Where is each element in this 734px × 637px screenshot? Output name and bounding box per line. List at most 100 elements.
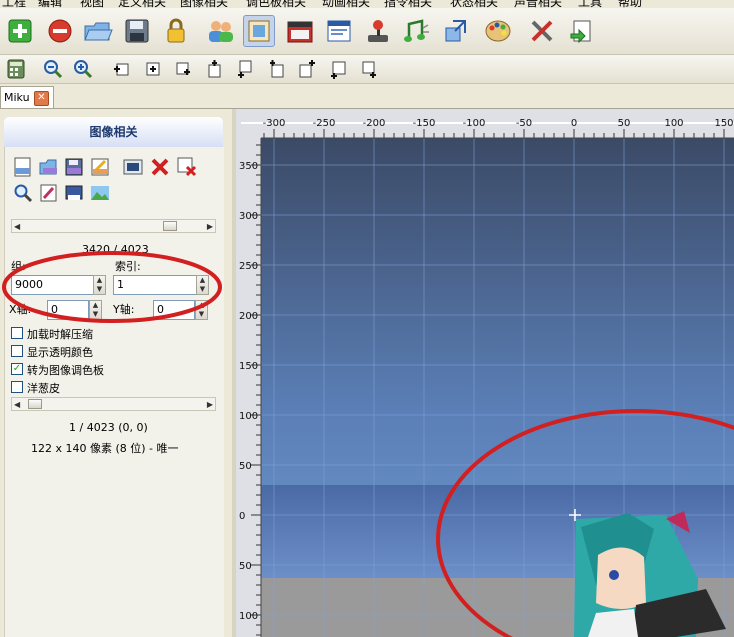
menu-animation[interactable]: 动画相关: [322, 0, 370, 8]
window-icon[interactable]: [323, 15, 355, 47]
pcx-new-icon[interactable]: [13, 157, 33, 177]
x-tick-label: -300: [263, 118, 286, 129]
delete-red-icon[interactable]: [150, 157, 170, 177]
tab-miku[interactable]: Miku ✕: [0, 86, 54, 108]
users-icon[interactable]: [205, 15, 237, 47]
frame-scrollbar[interactable]: ◀ ▶: [11, 397, 216, 411]
abc-text-icon[interactable]: [64, 183, 84, 203]
align-l-icon[interactable]: [328, 58, 350, 80]
new-project-icon[interactable]: [4, 15, 36, 47]
tools-icon[interactable]: [527, 15, 559, 47]
align-tl-icon[interactable]: [110, 58, 132, 80]
save-icon[interactable]: [121, 15, 153, 47]
onion-skin-checkbox[interactable]: [11, 381, 23, 393]
pcx-open-icon[interactable]: [39, 157, 59, 177]
x-tick-label: -100: [463, 118, 486, 129]
sprite-canvas[interactable]: -300 -250 -200 -150 -100 -50 0 50 100 150 350 300 2…: [236, 109, 734, 637]
image-panel: 图像相关 ◀ ▶ 3420 / 4023 组: 索引: 9000 ▲ ▼ 1 ▲ ▼…: [0, 109, 232, 637]
main-toolbar: [0, 8, 734, 55]
landscape-icon[interactable]: [90, 183, 110, 203]
open-folder-icon[interactable]: [82, 15, 114, 47]
panel-title: 图像相关: [4, 117, 223, 147]
y-tick-label: 100: [239, 611, 258, 622]
y-tick-label: 100: [239, 411, 258, 422]
calculator-icon[interactable]: [5, 58, 27, 80]
menu-help[interactable]: 帮助: [618, 0, 642, 8]
menu-project[interactable]: 工程: [2, 0, 26, 8]
image-icon[interactable]: [243, 15, 275, 47]
dependency-icon[interactable]: [566, 15, 598, 47]
secondary-toolbar: [0, 55, 734, 84]
align-b-icon[interactable]: [234, 58, 256, 80]
align-bl-icon[interactable]: [358, 58, 380, 80]
scroll-left-icon[interactable]: ◀: [14, 222, 20, 231]
y-tick-label: 50: [239, 561, 252, 572]
scroll-left-icon[interactable]: ◀: [14, 400, 20, 409]
align-center-icon[interactable]: [142, 58, 164, 80]
y-tick-label: 300: [239, 211, 258, 222]
align-t-icon[interactable]: [203, 58, 225, 80]
x-tick-label: 0: [571, 118, 577, 129]
scroll-right-icon[interactable]: ▶: [207, 222, 213, 231]
y-tick-label: 350: [239, 161, 258, 172]
x-tick-label: 100: [664, 118, 683, 129]
panel-body: ◀ ▶ 3420 / 4023 组: 索引: 9000 ▲ ▼ 1 ▲ ▼ X轴: …: [4, 147, 224, 637]
menu-definition[interactable]: 定义相关: [118, 0, 166, 8]
menu-bar: 工程 编辑 视图 定义相关 图像相关 调色板相关 动画相关 指令相关 状态相关 …: [0, 0, 734, 8]
music-icon[interactable]: [400, 15, 432, 47]
align-tr-icon[interactable]: [265, 58, 287, 80]
zoom-out-icon[interactable]: [42, 58, 64, 80]
y-tick-label: 200: [239, 311, 258, 322]
sprite-scrollbar[interactable]: ◀ ▶: [11, 219, 216, 233]
y-tick-label: 150: [239, 361, 258, 372]
image-palette-label: 转为图像调色板: [27, 364, 104, 377]
align-r-icon[interactable]: [296, 58, 318, 80]
tab-label: Miku: [4, 91, 30, 104]
scrollbar-thumb[interactable]: [28, 399, 42, 409]
vertical-ruler: 350 300 250 200 150 100 50 0 50 100: [239, 138, 262, 637]
y-tick-label: 50: [239, 461, 252, 472]
image-palette-checkbox[interactable]: ✓: [11, 363, 23, 375]
scrollbar-thumb[interactable]: [163, 221, 177, 231]
search-icon[interactable]: [13, 183, 33, 203]
edit-sprite-icon[interactable]: [39, 183, 59, 203]
menu-image[interactable]: 图像相关: [180, 0, 228, 8]
x-tick-label: -200: [363, 118, 386, 129]
pcx-save-icon[interactable]: [64, 157, 84, 177]
menu-view[interactable]: 视图: [80, 0, 104, 8]
sff-edit-icon[interactable]: [90, 157, 110, 177]
zoom-in-icon[interactable]: [72, 58, 94, 80]
x-tick-label: -250: [313, 118, 336, 129]
image-view-icon[interactable]: [123, 157, 143, 177]
x-tick-label: 50: [618, 118, 631, 129]
scroll-right-icon[interactable]: ▶: [207, 400, 213, 409]
menu-edit[interactable]: 编辑: [38, 0, 62, 8]
x-tick-label: 150: [714, 118, 733, 129]
menu-palette[interactable]: 调色板相关: [246, 0, 306, 8]
lock-icon[interactable]: [160, 15, 192, 47]
palette-icon[interactable]: [482, 15, 514, 47]
x-tick-label: -50: [516, 118, 532, 129]
show-transparent-label: 显示透明颜色: [27, 346, 93, 359]
delete-image-icon[interactable]: [177, 157, 197, 177]
menu-command[interactable]: 指令相关: [384, 0, 432, 8]
menu-sound[interactable]: 声音相关: [514, 0, 562, 8]
film-icon[interactable]: [284, 15, 316, 47]
y-tick-label: 250: [239, 261, 258, 272]
onion-skin-label: 洋葱皮: [27, 382, 60, 395]
menu-state[interactable]: 状态相关: [450, 0, 498, 8]
sprite-size-status: 122 x 140 像素 (8 位) - 唯一: [31, 442, 179, 455]
delete-icon[interactable]: [44, 15, 76, 47]
horizontal-ruler: -300 -250 -200 -150 -100 -50 0 50 100 150: [261, 118, 734, 139]
joystick-icon[interactable]: [362, 15, 394, 47]
y-tick-label: 0: [239, 511, 245, 522]
sprite-position-status: 1 / 4023 (0, 0): [69, 421, 148, 434]
menu-tools[interactable]: 工具: [578, 0, 602, 8]
x-tick-label: -150: [413, 118, 436, 129]
align-br-icon[interactable]: [172, 58, 194, 80]
import-icon[interactable]: [440, 15, 472, 47]
close-icon[interactable]: ✕: [34, 91, 49, 106]
document-tab-bar: Miku ✕: [0, 84, 734, 109]
show-transparent-checkbox[interactable]: [11, 345, 23, 357]
annotation-circle: [2, 251, 222, 323]
